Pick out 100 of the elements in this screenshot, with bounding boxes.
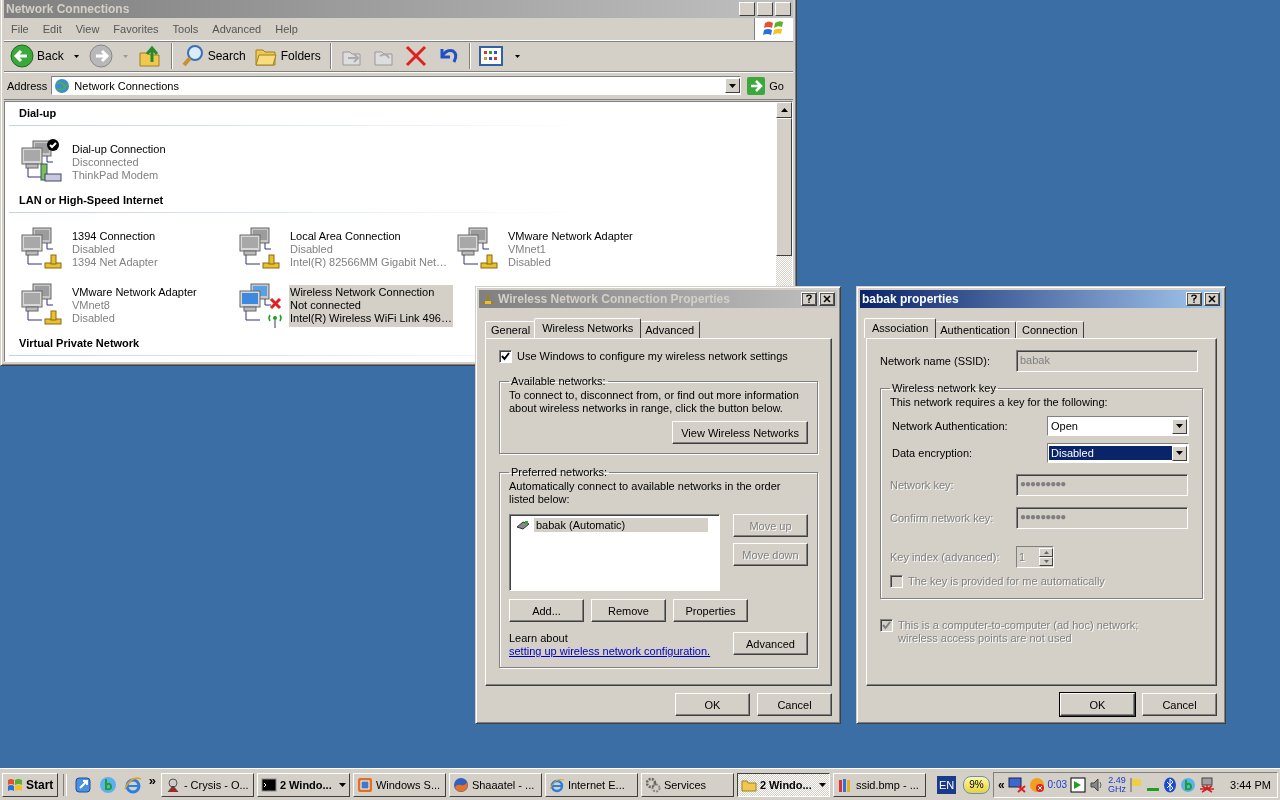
console-icon — [260, 776, 277, 793]
group-heading: LAN or High-Speed Internet — [19, 193, 164, 206]
spin-arrows-icon[interactable] — [1039, 548, 1053, 566]
search-button[interactable]: Search — [177, 42, 249, 70]
network-list[interactable]: babak (Automatic) — [509, 514, 720, 591]
checkbox-label: This is a computer-to-computer (ad hoc) network; wireless access points are not used — [898, 619, 1140, 645]
windows-logo — [7, 777, 23, 792]
connection-label[interactable]: Dial-up Connection Disconnected ThinkPad Modem — [71, 142, 167, 184]
caret-icon — [818, 782, 826, 787]
close-button[interactable] — [1204, 292, 1220, 306]
dialog-button[interactable]: Cancel — [757, 693, 832, 716]
caret-icon — [729, 83, 737, 88]
address-field[interactable]: Network Connections — [51, 76, 742, 95]
checkbox[interactable] — [499, 350, 512, 363]
dialog-button[interactable]: OK — [675, 693, 750, 716]
scroll-thumb[interactable] — [776, 118, 792, 256]
field-label: Network name (SSID): — [880, 355, 992, 367]
taskbar-button[interactable]: Windows S... — [352, 772, 446, 797]
connection-label[interactable]: Wireless Network Connection Not connected Intel(R) Wireless WiFi Link 496… — [289, 285, 453, 327]
help-button[interactable] — [1186, 292, 1202, 306]
tab[interactable]: Connection — [1016, 321, 1084, 338]
menu-item[interactable]: Favorites — [106, 23, 166, 35]
network-computer-icon[interactable] — [1199, 776, 1216, 793]
dropdown[interactable]: Disabled — [1047, 443, 1189, 463]
taskbar-button[interactable]: Services — [640, 772, 734, 797]
dropdown[interactable]: Open — [1047, 416, 1189, 436]
connection-label[interactable]: Local Area Connection Disabled Intel(R) 82566MM Gigabit Net… — [289, 229, 449, 271]
wireless-network-icon — [516, 520, 530, 530]
view-networks-button[interactable]: View Wireless Networks — [672, 421, 808, 444]
folders-button[interactable]: Folders — [250, 42, 324, 70]
menu-item[interactable]: Advanced — [205, 23, 269, 35]
cpu-speed-indicator[interactable]: 2.49 GHz — [1108, 775, 1127, 794]
globe-icon — [54, 77, 71, 94]
field-label: Key index (advanced): — [890, 551, 1000, 563]
checkbox-label: The key is provided for me automatically — [908, 575, 1105, 587]
dialog-button[interactable]: OK — [1060, 693, 1135, 716]
battery-indicator[interactable]: 9% — [963, 775, 990, 794]
tab[interactable]: Advanced — [639, 321, 701, 338]
menu-item[interactable]: Help — [268, 23, 305, 35]
tab[interactable]: Association — [864, 318, 937, 338]
advanced-button[interactable]: Advanced — [733, 632, 808, 655]
tab[interactable]: Wireless Networks — [534, 318, 642, 338]
show-hidden-icons-button[interactable]: « — [997, 777, 1005, 792]
timer-indicator[interactable]: 0:03 — [1047, 779, 1068, 790]
dropdown-button[interactable] — [1172, 445, 1187, 461]
help-link[interactable]: setting up wireless network configuration. — [509, 645, 711, 657]
taskbar-button[interactable]: ssid.bmp - ... — [832, 772, 926, 797]
maximize-button[interactable] — [757, 2, 773, 16]
menu-item[interactable]: Edit — [35, 23, 69, 35]
checkbox-label: Use Windows to configure my wireless network settings — [517, 350, 788, 362]
network-icon — [481, 293, 495, 305]
taskbar-button[interactable]: - Crysis - O... — [160, 772, 254, 797]
list-action-button[interactable]: Remove — [591, 599, 666, 622]
clock[interactable]: 3:44 PM — [1230, 778, 1271, 791]
list-action-button[interactable]: Add... — [509, 599, 584, 622]
group-label: Wireless network key — [891, 382, 997, 394]
taskbar-button[interactable]: Internet E... — [544, 772, 638, 797]
up-arrow-icon — [780, 108, 788, 112]
alert-icon[interactable] — [1028, 776, 1045, 793]
field-label: Data encryption: — [892, 447, 974, 459]
taskbar-button[interactable]: 2 Windo... — [256, 772, 350, 797]
taskbar-button[interactable]: Shaaatel - ... — [448, 772, 542, 797]
connection-label[interactable]: 1394 Connection Disabled 1394 Net Adapter — [71, 229, 159, 271]
taskbar-button[interactable]: 2 Windo... — [736, 772, 830, 797]
description-text: Automatically connect to available networks in the order listed below: — [509, 480, 782, 506]
dropdown-button[interactable] — [1172, 418, 1187, 434]
search-icon — [180, 44, 205, 68]
field-label: Network key: — [890, 479, 955, 491]
menu-item[interactable]: View — [68, 23, 107, 35]
network-disconnected-icon[interactable] — [1007, 776, 1026, 793]
group-heading: Virtual Private Network — [19, 336, 140, 349]
browser-icon[interactable] — [121, 775, 144, 794]
caret-icon — [1176, 451, 1183, 455]
minimize-button[interactable] — [739, 2, 755, 16]
browser-icon — [548, 776, 565, 793]
menu-item[interactable]: File — [4, 23, 36, 35]
dropdown-button[interactable] — [725, 78, 741, 93]
go-button[interactable]: Go — [745, 76, 790, 95]
list-item[interactable]: babak (Automatic) — [534, 518, 708, 532]
caret-icon — [338, 782, 346, 787]
go-arrow-icon — [747, 76, 766, 95]
language-indicator[interactable]: EN — [936, 775, 957, 794]
help-text: Learn about setting up wireless network configuration. — [509, 632, 709, 658]
start-button[interactable]: Start — [2, 772, 59, 797]
group-heading: Dial-up — [19, 106, 57, 119]
media-icon[interactable] — [1070, 776, 1087, 793]
connection-label[interactable]: VMware Network Adapter VMnet1 Disabled — [507, 229, 634, 271]
dialog-button[interactable]: Cancel — [1142, 693, 1217, 716]
connection-label[interactable]: VMware Network Adapter VMnet8 Disabled — [71, 285, 198, 327]
menu-item[interactable]: Tools — [165, 23, 206, 35]
scroll-up-button[interactable] — [776, 102, 792, 118]
more-icon[interactable]: » — [146, 773, 158, 796]
close-button[interactable] — [819, 292, 835, 306]
back-button[interactable]: Back — [7, 42, 67, 70]
list-action-button[interactable]: Properties — [673, 599, 748, 622]
window-title: Network Connections — [6, 2, 131, 16]
help-button[interactable] — [801, 292, 817, 306]
tab[interactable]: Authentication — [934, 321, 1016, 338]
bluetooth-icon[interactable] — [1163, 776, 1178, 793]
gear-icon — [644, 776, 661, 793]
